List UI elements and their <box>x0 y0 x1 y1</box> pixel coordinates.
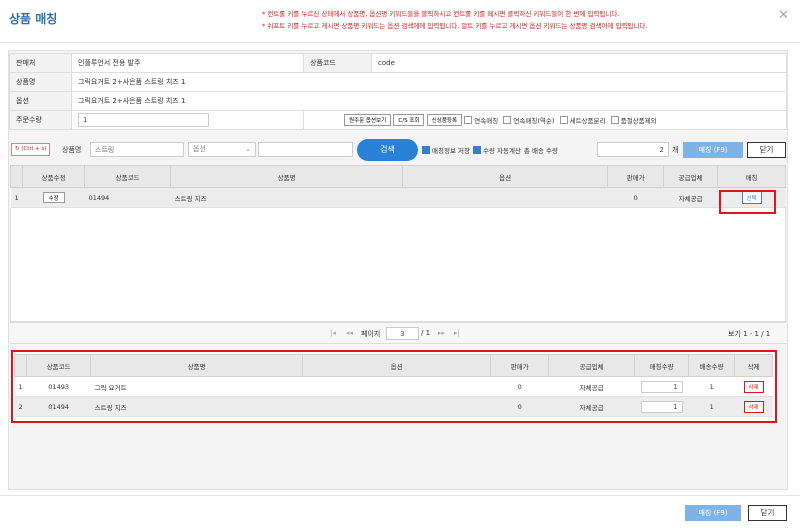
grid1-header-code: 상품코드 <box>84 165 172 188</box>
footer-divider <box>0 495 800 496</box>
option-search-input[interactable] <box>258 142 353 157</box>
reverse-match-checkbox[interactable] <box>503 116 512 124</box>
save-match-label: 매칭정보 저장 <box>432 147 470 155</box>
grid1-header-option: 옵션 <box>402 165 609 188</box>
option-select[interactable]: 옵션 ⌄ <box>188 142 256 157</box>
order-qty-label: 주문수량 <box>9 110 72 130</box>
notice-text: * 컨트롤 키를 누르신 상태에서 상품명, 옵션명 키워드들을 클릭하시고 컨… <box>262 8 647 32</box>
auto-calc-label: 수량 자동계산 <box>482 147 521 155</box>
price-cell: 0 <box>607 187 664 208</box>
option-label: 옵션 <box>9 91 72 111</box>
option-cell <box>402 187 608 208</box>
page-input[interactable] <box>386 327 419 340</box>
edit-button[interactable]: 수정 <box>42 192 65 203</box>
next-page-icon[interactable]: ▸▸ <box>438 329 445 337</box>
grid1-header-match: 매칭 <box>717 165 786 188</box>
page-label: 페이지 <box>361 330 381 338</box>
name-cell: 스트링 치즈 <box>170 187 403 208</box>
total-ship-label: 총 배송 수량 <box>523 147 558 155</box>
option-value: 그릭요거트 2+사은품 스트링 치즈 1 <box>71 91 787 111</box>
grid1-header-edit: 상품수정 <box>22 165 86 188</box>
cs-lookup-button[interactable]: C/S 조회 <box>393 114 425 126</box>
unit-label: 개 <box>672 146 679 154</box>
footer-close-button[interactable]: 닫기 <box>748 505 787 521</box>
order-qty-cell <box>71 110 304 130</box>
edit-cell: 수정 <box>22 187 85 208</box>
grid1-header-supplier: 공급업체 <box>663 165 719 188</box>
seller-value: 인플루언서 전용 발주 <box>71 53 304 73</box>
reverse-match-label: 연속매칭(역순) <box>513 117 555 125</box>
continuous-match-checkbox[interactable] <box>464 116 473 124</box>
product-search-input[interactable] <box>90 142 184 157</box>
chevron-down-icon: ⌄ <box>245 145 251 153</box>
continuous-match-label: 연속매칭 <box>474 117 499 125</box>
supplier-cell: 자체공급 <box>663 187 718 208</box>
header-divider <box>0 42 800 43</box>
refresh-icon: ↻ <box>15 146 20 152</box>
last-page-icon[interactable]: ▸| <box>454 329 460 337</box>
select-highlight <box>719 190 776 214</box>
set-split-label: 세트상품분리 <box>569 117 606 125</box>
soldout-exclude-checkbox[interactable] <box>610 116 619 124</box>
first-page-icon[interactable]: |◂ <box>330 329 336 337</box>
footer-match-button[interactable]: 매칭 (F9) <box>685 505 741 521</box>
auto-calc-checkbox[interactable] <box>472 146 481 154</box>
option-select-value: 옵션 <box>193 145 206 153</box>
save-match-group: 매칭정보 저장 수량 자동계산 총 배송 수량 <box>422 145 561 155</box>
code-value: code <box>371 53 787 73</box>
close-button[interactable]: 닫기 <box>747 142 786 158</box>
order-info-table: 판매처 인플루언서 전용 발주 상품코드 code 상품명 그릭요거트 2+사은… <box>9 53 787 130</box>
notice-line-1: * 컨트롤 키를 누르신 상태에서 상품명, 옵션명 키워드들을 클릭하시고 컨… <box>262 10 620 18</box>
search-results-grid: 상품수정 상품코드 상품명 옵션 판매가 공급업체 매칭 1 수정 01494 … <box>9 165 786 208</box>
view-range: 보기 1 - 1 / 1 <box>728 330 771 338</box>
code-label: 상품코드 <box>303 53 372 73</box>
product-name-label: 상품명 <box>9 72 72 92</box>
pagination-bar: |◂ ◂◂ 페이지 / 1 ▸▸ ▸| 보기 1 - 1 / 1 <box>10 322 786 344</box>
prev-page-icon[interactable]: ◂◂ <box>346 329 353 337</box>
table-row[interactable]: 1 수정 01494 스트링 치즈 0 자체공급 선택 <box>10 187 786 208</box>
grid1-header-name: 상품명 <box>170 165 404 188</box>
order-qty-input[interactable] <box>78 113 209 127</box>
product-name-value: 그릭요거트 2+사은품 스트링 치즈 1 <box>71 72 787 92</box>
grid1-header-price: 판매가 <box>607 165 665 188</box>
tool-cell: 원주문 옵션보기 C/S 조회 신상품등록 연속매칭 연속매칭(역순) 세트상품… <box>303 110 787 130</box>
match-button[interactable]: 매칭 (F9) <box>683 142 743 158</box>
search-bar: ↻ (Ctrl + s) 상품명 옵션 ⌄ 검색 매칭정보 저장 수량 자동계산총 … <box>9 139 787 161</box>
original-option-button[interactable]: 원주문 옵션보기 <box>344 114 392 126</box>
dialog-title: 상품 매칭 <box>9 12 58 26</box>
matched-highlight <box>11 350 777 423</box>
grid1-header-row: 상품수정 상품코드 상품명 옵션 판매가 공급업체 매칭 <box>9 165 786 188</box>
total-ship-input[interactable] <box>597 142 669 157</box>
new-product-button[interactable]: 신상품등록 <box>426 114 463 126</box>
save-match-checkbox[interactable] <box>422 146 430 154</box>
page-total: / 1 <box>421 329 431 337</box>
set-split-checkbox[interactable] <box>559 116 568 124</box>
soldout-exclude-label: 품절상품제외 <box>620 117 657 125</box>
grid1-header-no <box>9 165 24 188</box>
row-number: 1 <box>10 187 23 208</box>
close-icon[interactable]: ✕ <box>778 8 789 23</box>
ctrl-s-button[interactable]: ↻ (Ctrl + s) <box>11 143 51 156</box>
seller-label: 판매처 <box>9 53 72 73</box>
product-matching-dialog: 상품 매칭 * 컨트롤 키를 누르신 상태에서 상품명, 옵션명 키워드들을 클… <box>0 0 800 529</box>
search-button[interactable]: 검색 <box>357 139 418 161</box>
ctrl-s-label: (Ctrl + s) <box>21 146 47 152</box>
code-cell: 01494 <box>84 187 171 208</box>
product-search-label: 상품명 <box>62 146 82 154</box>
notice-line-2: * 쉬프트 키를 누르고 게시면 상품명 키워드는 옵션 검색에에 입력됩니다.… <box>262 22 648 30</box>
